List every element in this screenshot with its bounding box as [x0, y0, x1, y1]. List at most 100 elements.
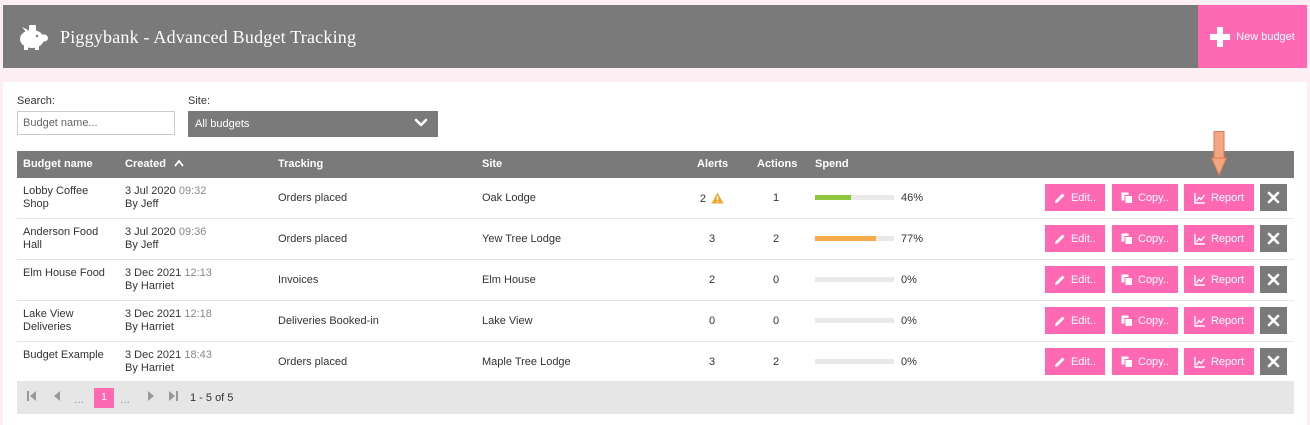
- current-page[interactable]: 1: [94, 388, 114, 408]
- copy-button[interactable]: Copy..: [1112, 348, 1178, 375]
- spend-bar-fill: [815, 195, 852, 200]
- delete-button[interactable]: [1260, 307, 1287, 334]
- column-header-spend[interactable]: Spend: [815, 158, 849, 170]
- report-button[interactable]: Report: [1184, 307, 1254, 334]
- table-row: Budget Example 3 Dec 2021 18:43 By Harri…: [17, 342, 1294, 383]
- edit-button[interactable]: Edit..: [1045, 266, 1105, 293]
- copy-button[interactable]: Copy..: [1112, 307, 1178, 334]
- created-date: 3 Jul 2020: [125, 185, 176, 197]
- tracking-type: Invoices: [278, 274, 319, 286]
- new-budget-label: New budget: [1236, 30, 1295, 43]
- budget-name[interactable]: Elm House Food: [23, 267, 111, 280]
- copy-button[interactable]: Copy..: [1112, 225, 1178, 252]
- budget-name[interactable]: Anderson Food Hall: [23, 226, 111, 252]
- created-date: 3 Dec 2021: [125, 349, 182, 361]
- actions-count: 0: [772, 315, 780, 327]
- spend-bar: [815, 236, 894, 241]
- tracking-type: Orders placed: [278, 192, 348, 204]
- budget-name[interactable]: Lobby Coffee Shop: [23, 185, 111, 211]
- created-time: 12:13: [184, 267, 212, 279]
- next-page-icon[interactable]: [146, 391, 156, 404]
- alerts-cell: 2: [687, 274, 737, 286]
- delete-button[interactable]: [1260, 184, 1287, 211]
- table-body: Lobby Coffee Shop 3 Jul 2020 09:32 By Je…: [17, 178, 1294, 383]
- new-budget-button[interactable]: New budget: [1198, 5, 1307, 68]
- previous-page-icon[interactable]: [52, 391, 62, 404]
- site-select[interactable]: All budgets: [188, 111, 438, 137]
- copy-icon: [1121, 274, 1133, 286]
- chart-line-icon: [1194, 356, 1206, 368]
- created-by: By Jeff: [125, 239, 159, 251]
- column-header-tracking[interactable]: Tracking: [278, 158, 323, 170]
- app-title: Piggybank - Advanced Budget Tracking: [60, 27, 357, 47]
- pencil-icon: [1054, 357, 1065, 367]
- delete-button[interactable]: [1260, 225, 1287, 252]
- spend-bar-fill: [815, 236, 876, 241]
- site-name: Elm House: [482, 274, 536, 286]
- budget-name[interactable]: Lake View Deliveries: [23, 308, 111, 334]
- delete-button[interactable]: [1260, 266, 1287, 293]
- alerts-count: 2: [699, 193, 707, 205]
- first-page-icon[interactable]: [27, 391, 37, 404]
- table-row: Lobby Coffee Shop 3 Jul 2020 09:32 By Je…: [17, 178, 1294, 219]
- report-button[interactable]: Report: [1184, 266, 1254, 293]
- edit-button[interactable]: Edit..: [1045, 348, 1105, 375]
- search-input[interactable]: [17, 111, 175, 135]
- delete-button[interactable]: [1260, 348, 1287, 375]
- site-label: Site:: [188, 95, 211, 107]
- created-cell: 3 Dec 2021 12:18 By Harriet: [125, 308, 212, 334]
- chart-line-icon: [1194, 315, 1206, 327]
- edit-button[interactable]: Edit..: [1045, 184, 1105, 211]
- pagination-ellipsis-right[interactable]: ...: [120, 392, 130, 406]
- pencil-icon: [1054, 275, 1065, 285]
- table-row: Elm House Food 3 Dec 2021 12:13 By Harri…: [17, 260, 1294, 301]
- report-button[interactable]: Report: [1184, 348, 1254, 375]
- report-button[interactable]: Report: [1184, 184, 1254, 211]
- copy-label: Copy..: [1138, 355, 1169, 368]
- column-header-site[interactable]: Site: [482, 158, 502, 170]
- edit-button[interactable]: Edit..: [1045, 225, 1105, 252]
- report-button[interactable]: Report: [1184, 225, 1254, 252]
- site-select-value: All budgets: [195, 118, 250, 130]
- alerts-count: 3: [708, 356, 716, 368]
- copy-label: Copy..: [1138, 273, 1169, 286]
- copy-button[interactable]: Copy..: [1112, 266, 1178, 293]
- spend-percent: 77%: [901, 233, 924, 245]
- copy-label: Copy..: [1138, 191, 1169, 204]
- budget-name[interactable]: Budget Example: [23, 349, 111, 362]
- sort-up-icon: [174, 159, 184, 167]
- report-label: Report: [1210, 232, 1245, 245]
- site-name: Yew Tree Lodge: [482, 233, 562, 245]
- pagination-ellipsis-left[interactable]: ...: [74, 392, 84, 406]
- annotation-arrow-icon: [1211, 131, 1227, 176]
- budget-panel: Search: Site: All budgets Budget name Cr…: [3, 82, 1307, 425]
- last-page-icon[interactable]: [168, 391, 178, 404]
- column-header-actions[interactable]: Actions: [757, 158, 797, 170]
- created-by: By Harriet: [125, 280, 174, 292]
- tracking-type: Orders placed: [278, 233, 348, 245]
- chart-line-icon: [1194, 233, 1206, 245]
- column-header-created-label: Created: [125, 158, 166, 170]
- created-by: By Harriet: [125, 362, 174, 374]
- app-header: Piggybank - Advanced Budget Tracking New…: [3, 5, 1307, 68]
- created-cell: 3 Jul 2020 09:32 By Jeff: [125, 185, 206, 211]
- column-header-alerts[interactable]: Alerts: [697, 158, 728, 170]
- alerts-count: 2: [708, 274, 716, 286]
- spend-percent: 0%: [901, 315, 917, 327]
- spend-bar: [815, 359, 894, 364]
- created-date: 3 Jul 2020: [125, 226, 176, 238]
- actions-count: 2: [772, 356, 780, 368]
- copy-button[interactable]: Copy..: [1112, 184, 1178, 211]
- created-by: By Harriet: [125, 321, 174, 333]
- actions-count: 0: [772, 274, 780, 286]
- created-date: 3 Dec 2021: [125, 308, 182, 320]
- tracking-type: Orders placed: [278, 356, 348, 368]
- created-time: 09:36: [178, 226, 207, 238]
- column-header-created[interactable]: Created: [125, 158, 184, 170]
- chevron-down-icon: [414, 118, 428, 127]
- close-icon: [1267, 355, 1280, 368]
- edit-button[interactable]: Edit..: [1045, 307, 1105, 334]
- spend-bar: [815, 318, 894, 323]
- column-header-budget-name[interactable]: Budget name: [23, 158, 93, 170]
- alerts-count: 3: [708, 233, 716, 245]
